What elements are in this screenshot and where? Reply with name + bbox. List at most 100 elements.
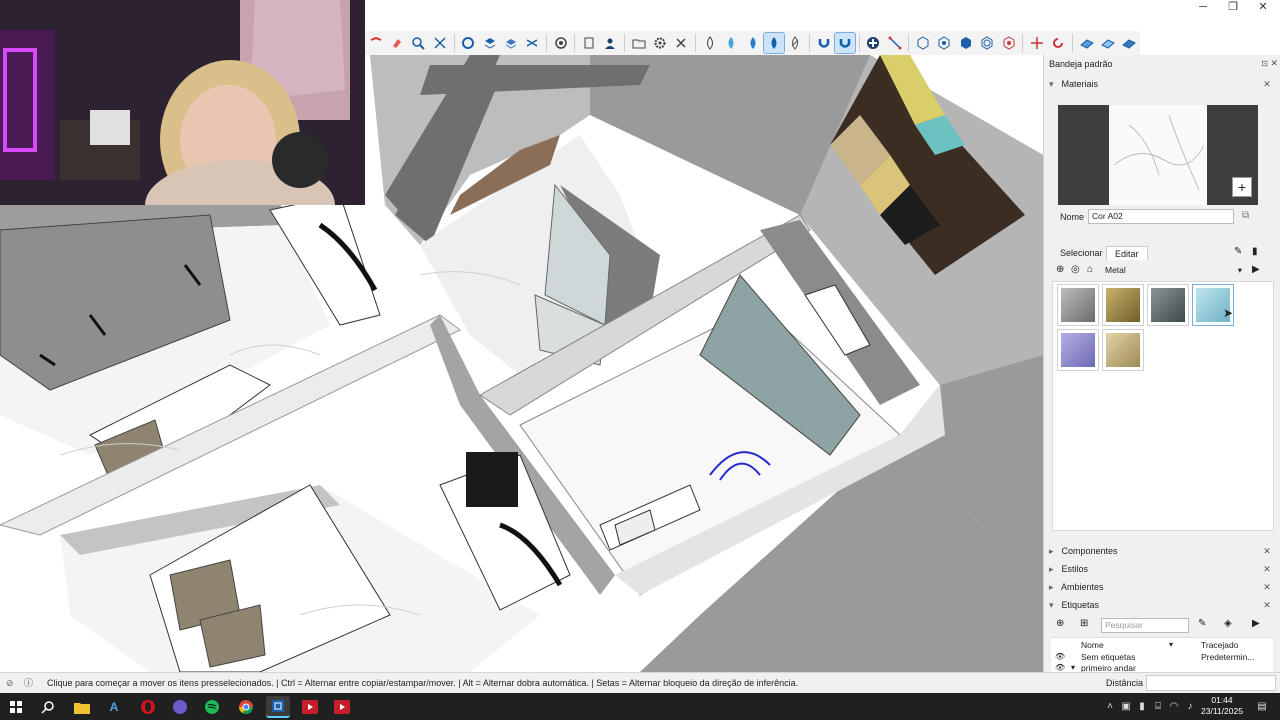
close-icon[interactable]: ✕ [1261,599,1273,611]
clock[interactable]: 01:44 23/11/2025 [1200,695,1244,717]
hex-3-icon[interactable] [956,33,975,53]
zoom-icon[interactable] [409,33,428,53]
hex-2-icon[interactable] [935,33,954,53]
select-lasso-icon[interactable] [366,33,385,53]
add-icon[interactable]: ⊕ [1056,264,1064,275]
add-folder-icon[interactable]: ⊞ [1080,618,1088,629]
create-material-button[interactable]: + [1232,177,1252,197]
material-swatch[interactable] [1057,329,1099,371]
zoom-extents-icon[interactable] [430,33,449,53]
hex-4-icon[interactable] [978,33,997,53]
solid-tools-icon[interactable] [458,33,477,53]
details-arrow-icon[interactable]: ▶ [1252,618,1260,629]
detail-icon[interactable]: ▮ [1252,246,1258,257]
close-icon[interactable]: ✕ [1248,0,1278,16]
eyedropper-icon[interactable]: ✎ [1234,246,1242,257]
pin-icon[interactable]: ⊡ [1261,59,1268,68]
styles-panel-header[interactable]: ▸ Estilos ✕ [1049,560,1273,578]
chevron-down-icon[interactable]: ▾ [1071,663,1075,672]
info-icon[interactable]: ⓘ [24,673,33,694]
spotify-icon[interactable] [200,696,224,718]
hex-red-icon[interactable] [999,33,1018,53]
sketchup-icon[interactable] [266,696,290,718]
intersect-icon[interactable] [501,33,520,53]
in-model-icon[interactable]: ◎ [1071,264,1080,275]
rotate-icon[interactable] [1049,33,1068,53]
drop-striped-icon[interactable] [786,33,805,53]
eye-icon[interactable]: 👁 [1055,652,1065,661]
components-panel-header[interactable]: ▸ Componentes ✕ [1049,542,1273,560]
drop-half-icon[interactable] [721,33,740,53]
eye-icon[interactable]: 👁 [1055,663,1065,672]
tag-pencil-icon[interactable]: ✎ [1198,618,1206,629]
add-tag-icon[interactable]: ⊕ [1056,618,1064,629]
home-icon[interactable]: ⌂ [1087,264,1093,275]
tab-select[interactable]: Selecionar [1060,246,1103,260]
chevron-right-icon: ▸ [1049,564,1054,574]
table-row[interactable]: 👁 Sem etiquetas Predetermin... [1051,652,1273,663]
tag-search-input[interactable]: Pesquisar [1101,618,1189,633]
chrome-icon[interactable] [234,696,258,718]
panel-2-icon[interactable] [1098,33,1117,53]
close-icon[interactable]: ✕ [1261,581,1273,593]
network-icon[interactable]: ⌸ [1152,701,1164,713]
move-arrows-icon[interactable] [1027,33,1046,53]
outer-shell-icon[interactable] [480,33,499,53]
material-swatch[interactable] [1102,329,1144,371]
new-file-icon[interactable] [579,33,598,53]
close-icon[interactable]: ✕ [1261,78,1273,90]
add-circle-icon[interactable] [864,33,883,53]
close-icon[interactable]: ✕ [1261,563,1273,575]
scenes-panel-header[interactable]: ▸ Ambientes ✕ [1049,578,1273,596]
panel-3-icon[interactable] [1120,33,1139,53]
discord-icon[interactable] [168,696,192,718]
restore-icon[interactable]: ❐ [1218,0,1248,16]
color-by-tag-icon[interactable]: ◈ [1224,618,1232,629]
autodesk-icon[interactable]: A [102,696,126,718]
tags-panel-header[interactable]: ▾ Etiquetas ✕ [1049,596,1273,614]
folder-icon[interactable] [629,33,648,53]
search-icon[interactable] [36,696,60,718]
magnet-active-icon[interactable] [834,32,856,54]
paint-bucket-icon[interactable] [763,32,785,54]
geolocation-icon[interactable]: ⊘ [6,673,14,694]
minimize-icon[interactable]: ─ [1188,0,1218,16]
material-swatch[interactable] [1057,284,1099,326]
hex-1-icon[interactable] [913,33,932,53]
line-tool-icon[interactable] [885,33,904,53]
tray-app-icon[interactable]: ▣ [1120,701,1132,713]
microphone-icon[interactable]: ▮ [1136,701,1148,713]
magnet-icon[interactable] [814,33,833,53]
panel-1-icon[interactable] [1077,33,1096,53]
tab-edit[interactable]: Editar [1106,246,1148,260]
file-explorer-icon[interactable] [70,696,94,718]
drop-outline-icon[interactable] [700,33,719,53]
library-select[interactable]: Metal ▾ [1102,264,1244,279]
app-red-icon[interactable] [298,696,322,718]
warehouse-icon[interactable] [551,33,570,53]
close-icon[interactable]: ✕ [1261,545,1273,557]
opera-icon[interactable] [136,696,160,718]
column-dashes-header[interactable]: Tracejado [1201,640,1238,650]
details-arrow-icon[interactable]: ▶ [1252,264,1260,275]
eraser-icon[interactable] [387,33,406,53]
settings-gear-icon[interactable] [650,33,669,53]
union-icon[interactable] [523,33,542,53]
user-icon[interactable] [601,33,620,53]
close-x-icon[interactable] [672,33,691,53]
volume-icon[interactable]: ♪ [1184,701,1196,713]
wifi-icon[interactable]: ◠ [1168,701,1180,713]
windows-start-icon[interactable] [4,696,28,718]
measurements-input[interactable] [1146,675,1276,691]
column-name-header[interactable]: Nome [1081,640,1104,650]
drop-blue-icon[interactable] [743,33,762,53]
material-name-field[interactable]: Cor A02 [1088,209,1234,224]
material-swatch[interactable] [1147,284,1189,326]
materials-panel-header[interactable]: ▾ Materiais ✕ [1049,75,1273,93]
sample-paint-icon[interactable]: ⧉ [1242,210,1249,221]
app-red-2-icon[interactable] [330,696,354,718]
material-swatch[interactable] [1102,284,1144,326]
chevron-up-icon[interactable]: ˄ [1104,701,1116,713]
notifications-icon[interactable]: ▤ [1256,701,1268,713]
tray-close-icon[interactable]: ✕ [1270,58,1278,69]
